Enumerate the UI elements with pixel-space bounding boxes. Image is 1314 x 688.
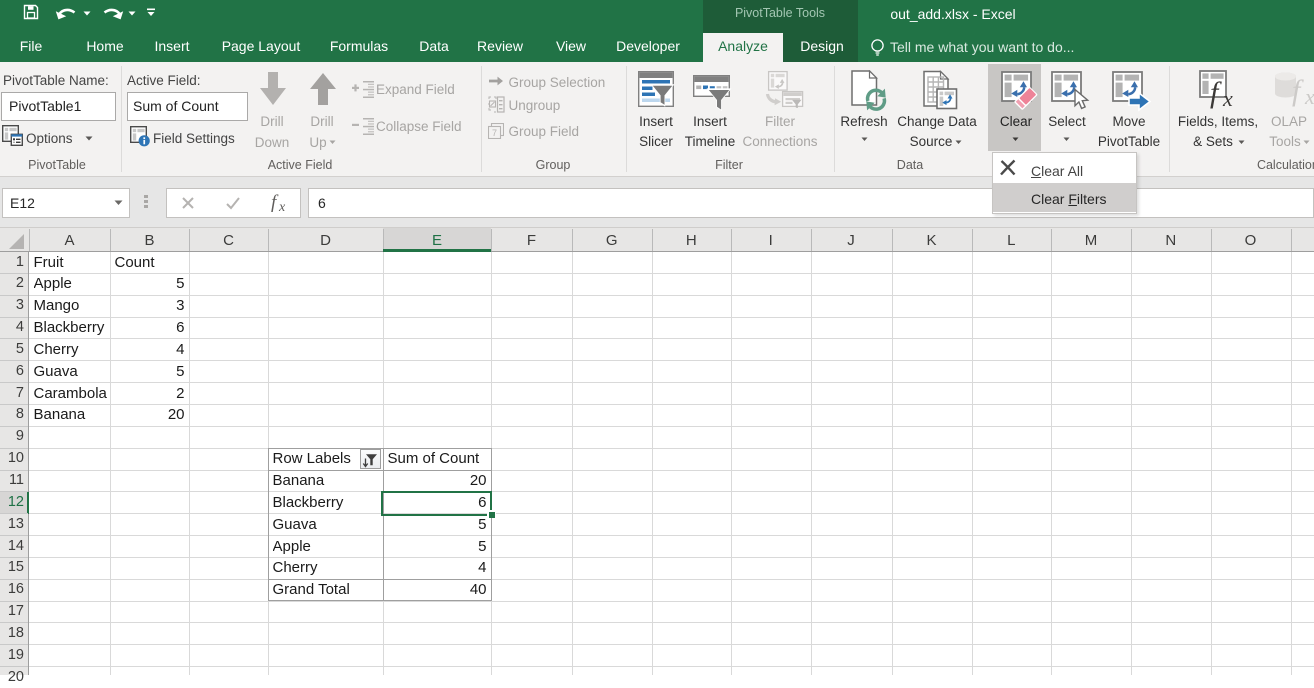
svg-text:x: x xyxy=(1222,86,1233,110)
svg-text:f: f xyxy=(271,192,279,213)
svg-text:f: f xyxy=(1292,74,1304,107)
svg-text:7: 7 xyxy=(492,128,497,138)
svg-text:x: x xyxy=(1304,84,1314,109)
svg-text:x: x xyxy=(278,200,286,215)
